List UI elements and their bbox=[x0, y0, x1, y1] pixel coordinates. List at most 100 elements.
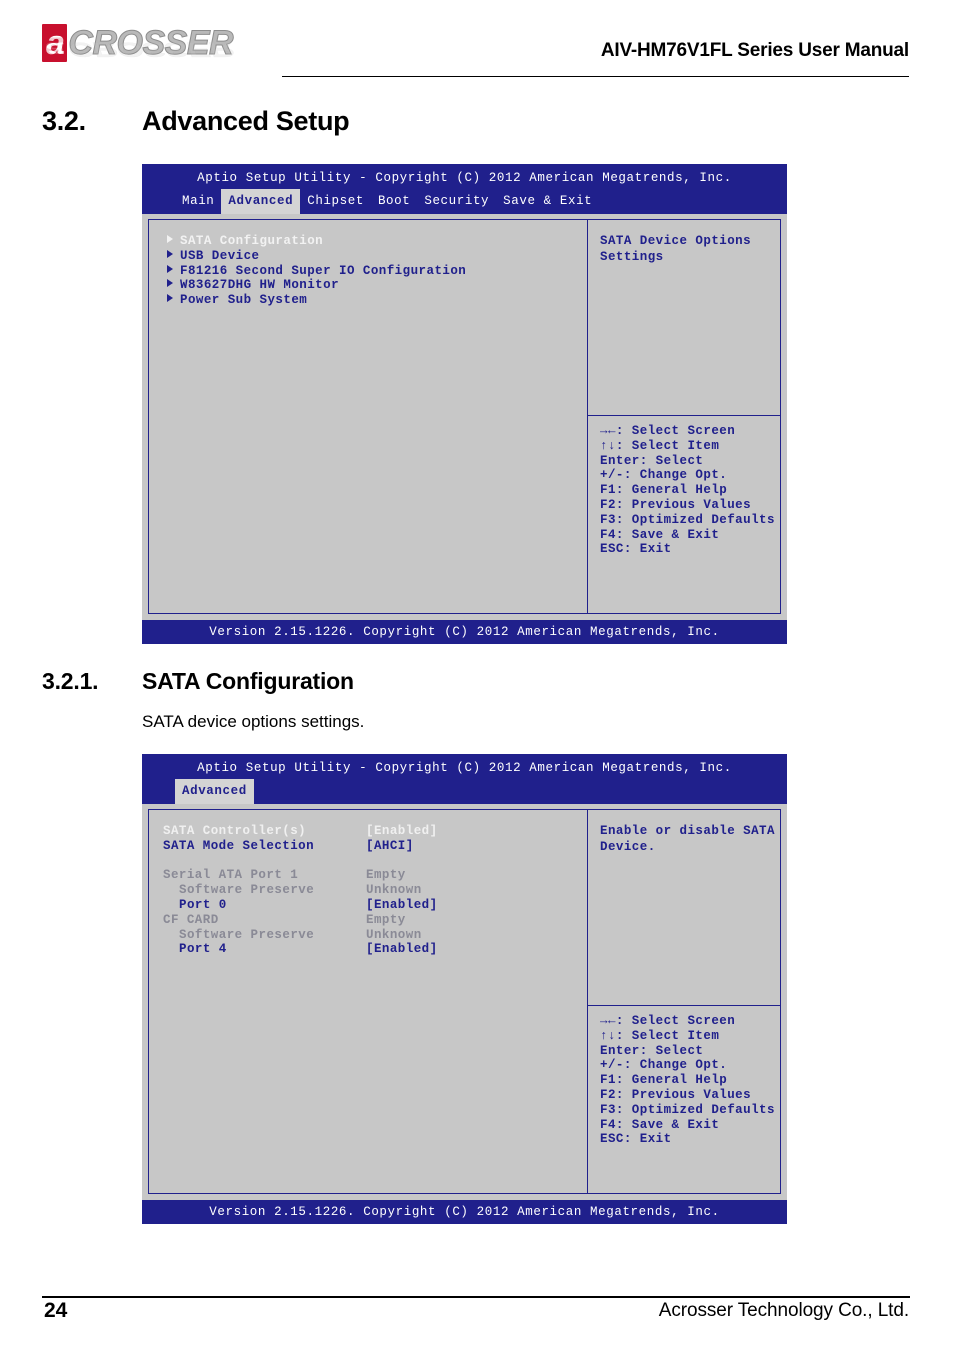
bios-menu-item-label: Power Sub System bbox=[180, 293, 308, 308]
bios-help-line: Device. bbox=[600, 839, 656, 854]
bios-menu-item-label: W83627DHG HW Monitor bbox=[180, 278, 340, 293]
bios-setting-value: [Enabled] bbox=[366, 942, 438, 957]
bios-version-footer: Version 2.15.1226. Copyright (C) 2012 Am… bbox=[142, 1200, 787, 1224]
page-number: 24 bbox=[44, 1299, 68, 1322]
submenu-arrow-icon bbox=[167, 249, 173, 258]
footer-divider bbox=[42, 1296, 910, 1298]
bios-nav-key-line: →←: Select Screen bbox=[600, 1014, 736, 1028]
submenu-arrow-icon bbox=[167, 235, 173, 243]
bios-menu-item[interactable]: F81216 Second Super IO Configuration bbox=[163, 264, 587, 279]
bios-setting-label: Port 0 bbox=[179, 897, 227, 912]
bios-nav-keys: →←: Select Screen ↑↓: Select Item Enter: S… bbox=[588, 415, 780, 613]
bios-menu-item[interactable]: SATA Configuration bbox=[163, 234, 587, 249]
bios-nav-key-line: F3: Optimized Defaults bbox=[600, 1102, 775, 1117]
bios-help-line: SATA Device Options bbox=[600, 234, 752, 248]
bios-nav-key-line: F1: General Help bbox=[600, 483, 728, 498]
advanced-tab-save-exit[interactable]: Save & Exit bbox=[496, 189, 599, 214]
bios-nav-key-line: ESC: Exit bbox=[600, 542, 672, 557]
bios-nav-key-line: +/-: Change Opt. bbox=[600, 468, 728, 483]
bios-setting-value: [AHCI] bbox=[366, 838, 414, 853]
bios-setting-row[interactable]: Port 4 [Enabled] bbox=[163, 942, 587, 957]
bios-nav-key-line: →←: Select Screen bbox=[600, 424, 736, 438]
advanced-tab-boot[interactable]: Boot bbox=[371, 189, 417, 214]
bios-body: SATA Configuration USB Device F81216 Secon… bbox=[142, 214, 787, 620]
bios-setting-row[interactable]: SATA Controller(s) [Enabled] bbox=[163, 824, 587, 839]
bios-nav-keys: →←: Select Screen ↑↓: Select Item Enter: S… bbox=[588, 1005, 780, 1193]
logo-reflection-accent: a bbox=[42, 37, 68, 61]
bios-setting-value: Unknown bbox=[366, 883, 422, 898]
bios-menu-item-label: SATA Configuration bbox=[180, 234, 324, 248]
bios-setting-row[interactable]: SATA Mode Selection [AHCI] bbox=[163, 839, 587, 854]
section-title-3-2-1: SATA Configuration bbox=[142, 668, 354, 694]
advanced-tab-security[interactable]: Security bbox=[417, 189, 496, 214]
bios-setting-value: [Enabled] bbox=[366, 824, 438, 838]
bios-setting-row[interactable]: Port 0 [Enabled] bbox=[163, 898, 587, 913]
bios-setting-value: Unknown bbox=[366, 927, 422, 942]
section-title-3-2: Advanced Setup bbox=[142, 106, 350, 136]
bios-menu-item[interactable]: USB Device bbox=[163, 249, 587, 264]
bios-screen-advanced: Aptio Setup Utility - Copyright (C) 2012… bbox=[142, 164, 787, 644]
bios-setting-label: Serial ATA Port 1 bbox=[163, 868, 299, 883]
bios-side-panel: SATA Device Options Settings →←: Select S… bbox=[587, 219, 781, 614]
bios-setting-label: SATA Controller(s) bbox=[163, 824, 307, 838]
bios-setting-value: Empty bbox=[366, 868, 406, 883]
advanced-tab-advanced[interactable]: Advanced bbox=[221, 189, 301, 214]
bios-setting-row: Serial ATA Port 1 Empty bbox=[163, 868, 587, 883]
bios-menu-item-label: USB Device bbox=[180, 248, 260, 263]
bios-nav-key-line: Enter: Select bbox=[600, 1043, 704, 1058]
bios-menu-bar[interactable]: Main Advanced Chipset Boot Security Save & Ex… bbox=[142, 189, 787, 214]
sata-tab-advanced[interactable]: Advanced bbox=[175, 779, 254, 804]
bios-nav-key-line: F2: Previous Values bbox=[600, 497, 752, 512]
logo-reflection: a CROSSER bbox=[42, 37, 233, 61]
acrosser-logo: aCROSSER aCROSSER bbox=[42, 24, 282, 86]
bios-menu-item-label: F81216 Second Super IO Configuration bbox=[180, 263, 467, 278]
bios-title-bar: Aptio Setup Utility - Copyright (C) 2012… bbox=[142, 754, 787, 779]
footer-company-name: Acrosser Technology Co., Ltd. bbox=[658, 1300, 909, 1321]
bios-title-bar: Aptio Setup Utility - Copyright (C) 2012… bbox=[142, 164, 787, 189]
bios-nav-key-line: F2: Previous Values bbox=[600, 1087, 752, 1102]
bios-help-text: Enable or disable SATA Device. bbox=[588, 810, 780, 1005]
bios-menu-item[interactable]: Power Sub System bbox=[163, 293, 587, 308]
bios-setting-value: [Enabled] bbox=[366, 897, 438, 912]
bios-help-line: Settings bbox=[600, 249, 664, 264]
logo-reflection-text: CROSSER bbox=[68, 37, 234, 61]
bios-settings-panel: SATA Controller(s) [Enabled] SATA Mode Sel… bbox=[148, 809, 587, 1194]
bios-setting-label: Software Preserve bbox=[179, 927, 315, 942]
bios-setting-row: Software Preserve Unknown bbox=[163, 883, 587, 898]
bios-nav-key-line: ↑↓: Select Item bbox=[600, 438, 720, 453]
manual-title: AIV-HM76V1FL Series User Manual bbox=[600, 40, 909, 61]
submenu-arrow-icon bbox=[167, 264, 173, 273]
bios-nav-key-line: Enter: Select bbox=[600, 453, 704, 468]
bios-nav-key-line: +/-: Change Opt. bbox=[600, 1058, 728, 1073]
bios-help-text: SATA Device Options Settings bbox=[588, 220, 780, 415]
advanced-tab-main[interactable]: Main bbox=[175, 189, 221, 214]
bios-setting-label: SATA Mode Selection bbox=[163, 838, 315, 853]
header-divider bbox=[282, 76, 909, 77]
section-number-3-2: 3.2. bbox=[42, 106, 86, 136]
bios-setting-label: Port 4 bbox=[179, 942, 227, 957]
bios-nav-key-line: F4: Save & Exit bbox=[600, 527, 720, 542]
bios-nav-key-line: F1: General Help bbox=[600, 1073, 728, 1088]
bios-spacer-row bbox=[163, 854, 587, 869]
bios-setting-value: Empty bbox=[366, 912, 406, 927]
bios-menu-item[interactable]: W83627DHG HW Monitor bbox=[163, 278, 587, 293]
bios-body: SATA Controller(s) [Enabled] SATA Mode Sel… bbox=[142, 804, 787, 1200]
bios-version-footer: Version 2.15.1226. Copyright (C) 2012 Am… bbox=[142, 620, 787, 644]
bios-screen-sata: Aptio Setup Utility - Copyright (C) 2012… bbox=[142, 754, 787, 1224]
bios-menu-bar[interactable]: Advanced bbox=[142, 779, 787, 804]
submenu-arrow-icon bbox=[167, 279, 173, 288]
bios-help-line: Enable or disable SATA bbox=[600, 824, 775, 838]
submenu-arrow-icon bbox=[167, 294, 173, 303]
bios-setting-label: CF CARD bbox=[163, 912, 219, 927]
bios-setting-row: Software Preserve Unknown bbox=[163, 928, 587, 943]
section-number-3-2-1: 3.2.1. bbox=[42, 668, 99, 694]
bios-side-panel: Enable or disable SATA Device. →←: Select… bbox=[587, 809, 781, 1194]
bios-menu-panel: SATA Configuration USB Device F81216 Secon… bbox=[148, 219, 587, 614]
bios-nav-key-line: ESC: Exit bbox=[600, 1132, 672, 1147]
section-body-3-2-1: SATA device options settings. bbox=[142, 712, 365, 731]
page-header: aCROSSER aCROSSER AIV-HM76V1FL Series Us… bbox=[0, 0, 954, 92]
bios-nav-key-line: F4: Save & Exit bbox=[600, 1117, 720, 1132]
bios-nav-key-line: ↑↓: Select Item bbox=[600, 1028, 720, 1043]
advanced-tab-chipset[interactable]: Chipset bbox=[300, 189, 371, 214]
bios-nav-key-line: F3: Optimized Defaults bbox=[600, 512, 775, 527]
